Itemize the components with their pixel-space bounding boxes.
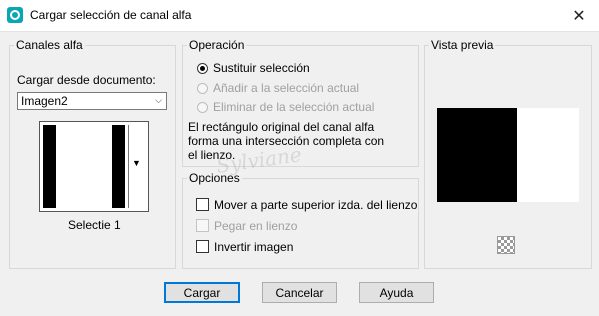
add-to-selection-radio[interactable] bbox=[197, 83, 208, 94]
close-button[interactable]: ✕ bbox=[559, 0, 599, 31]
paste-on-canvas-checkbox[interactable] bbox=[196, 219, 209, 232]
alpha-channels-legend: Canales alfa bbox=[14, 38, 85, 52]
dropdown-arrow-icon: ▼ bbox=[132, 158, 141, 168]
alpha-channel-icon bbox=[7, 7, 23, 23]
channel-thumbnail-list[interactable]: ▼ bbox=[39, 121, 149, 212]
document-select[interactable]: Imagen2 ⌵ bbox=[17, 92, 167, 110]
options-group: Opciones Mover a parte superior izda. de… bbox=[182, 171, 419, 269]
load-from-document-label: Cargar desde documento: bbox=[17, 73, 156, 87]
remove-from-selection-label: Eliminar de la selección actual bbox=[213, 100, 375, 114]
checker-zoom-icon[interactable] bbox=[497, 236, 515, 254]
channel-name-label: Selectie 1 bbox=[68, 218, 121, 232]
replace-selection-radio[interactable] bbox=[197, 63, 208, 74]
invert-image-label[interactable]: Invertir imagen bbox=[214, 240, 293, 254]
cancel-button[interactable]: Cancelar bbox=[262, 282, 337, 303]
preview-group: Vista previa bbox=[424, 38, 592, 269]
move-to-top-left-label[interactable]: Mover a parte superior izda. del lienzo bbox=[214, 198, 417, 212]
preview-legend: Vista previa bbox=[429, 38, 496, 52]
preview-black-area bbox=[437, 108, 517, 202]
remove-from-selection-radio[interactable] bbox=[197, 102, 208, 113]
thumbnail-right-bar bbox=[112, 125, 125, 208]
close-icon: ✕ bbox=[572, 7, 586, 25]
add-to-selection-label: Añadir a la selección actual bbox=[213, 81, 360, 95]
paste-on-canvas-label: Pegar en lienzo bbox=[214, 219, 298, 233]
preview-image bbox=[437, 108, 579, 202]
replace-selection-label[interactable]: Sustituir selección bbox=[213, 61, 310, 75]
document-select-value: Imagen2 bbox=[21, 94, 68, 108]
window-title: Cargar selección de canal alfa bbox=[30, 8, 192, 22]
alpha-channels-group: Canales alfa Cargar desde documento: Ima… bbox=[9, 38, 176, 269]
chevron-down-icon: ⌵ bbox=[155, 95, 162, 105]
help-button[interactable]: Ayuda bbox=[359, 282, 434, 303]
channel-thumbnail[interactable] bbox=[43, 125, 125, 208]
thumbnail-scroll-arrow[interactable]: ▼ bbox=[128, 125, 146, 208]
move-to-top-left-checkbox[interactable] bbox=[196, 198, 209, 211]
thumbnail-left-bar bbox=[43, 125, 56, 208]
load-button[interactable]: Cargar bbox=[164, 282, 240, 303]
title-bar: Cargar selección de canal alfa ✕ bbox=[0, 0, 599, 32]
operation-legend: Operación bbox=[187, 38, 247, 52]
invert-image-checkbox[interactable] bbox=[196, 240, 209, 253]
